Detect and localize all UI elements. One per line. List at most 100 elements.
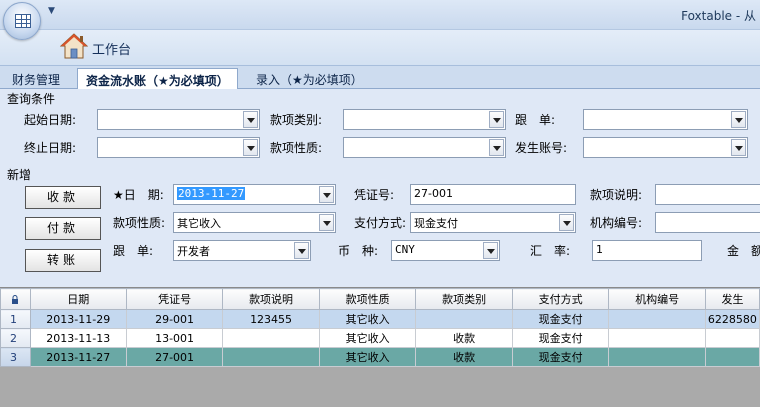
org-label: 机构编号: <box>590 216 643 230</box>
window-title: Foxtable - 从 <box>681 9 756 23</box>
column-header-nature[interactable]: 款项性质 <box>318 288 417 310</box>
column-header-paymethod[interactable]: 支付方式 <box>511 288 610 310</box>
desc-input[interactable] <box>655 184 760 205</box>
paymethod-combo[interactable]: 现金支付 <box>410 212 576 233</box>
home-icon[interactable] <box>60 32 88 60</box>
date-combo[interactable]: 2013-11-27 <box>173 184 336 205</box>
application-menu-button[interactable] <box>3 2 41 40</box>
table-cell[interactable]: 2013-11-29 <box>29 309 127 329</box>
table-cell[interactable] <box>704 328 760 348</box>
table-cell[interactable] <box>222 328 320 348</box>
rate-input[interactable]: 1 <box>592 240 702 261</box>
table-cell[interactable]: 现金支付 <box>511 309 610 329</box>
table-cell[interactable]: 收款 <box>415 328 513 348</box>
pay-button[interactable]: 付款 <box>25 217 101 240</box>
table-cell[interactable] <box>608 347 706 367</box>
tab-entry[interactable]: 录入（★为必填项） <box>248 68 371 89</box>
column-header-date[interactable]: 日期 <box>29 288 127 310</box>
dropdown-arrow-icon[interactable] <box>243 139 258 156</box>
dropdown-arrow-icon[interactable] <box>243 111 258 128</box>
rate-label: 汇 率: <box>530 244 571 258</box>
nature-combo[interactable] <box>343 137 506 158</box>
journal-grid: 日期 凭证号 款项说明 款项性质 款项类别 支付方式 机构编号 发生 1 201… <box>0 287 760 407</box>
title-bar: ▼ Foxtable - 从 <box>0 0 760 30</box>
table-cell[interactable]: 2013-11-27 <box>29 347 127 367</box>
table-cell[interactable] <box>608 309 706 329</box>
account-label: 发生账号: <box>515 141 568 155</box>
table-row[interactable]: 1 2013-11-29 29-001 123455 其它收入 现金支付 622… <box>0 309 760 329</box>
currency-value: CNY <box>395 243 415 256</box>
tab-finance[interactable]: 财务管理 <box>4 68 68 89</box>
tab-cash-journal[interactable]: 资金流水账（★为必填项） <box>77 68 238 90</box>
dropdown-arrow-icon[interactable] <box>319 214 334 231</box>
table-cell[interactable]: 13-001 <box>125 328 224 348</box>
voucher-label: 凭证号: <box>354 188 395 202</box>
table-cell[interactable] <box>704 347 760 367</box>
receive-button[interactable]: 收款 <box>25 186 101 209</box>
table-cell[interactable]: 其它收入 <box>318 347 417 367</box>
dropdown-arrow-icon[interactable] <box>294 242 309 259</box>
add-follower-combo[interactable]: 开发者 <box>173 240 311 261</box>
dropdown-arrow-icon[interactable] <box>489 111 504 128</box>
dropdown-arrow-icon[interactable] <box>489 139 504 156</box>
category-combo[interactable] <box>343 109 506 130</box>
grid-header-row: 日期 凭证号 款项说明 款项性质 款项类别 支付方式 机构编号 发生 <box>0 288 760 310</box>
table-cell[interactable]: 收款 <box>415 347 513 367</box>
column-header-voucher[interactable]: 凭证号 <box>125 288 224 310</box>
dropdown-arrow-icon[interactable] <box>559 214 574 231</box>
ribbon: 工作台 <box>0 30 760 66</box>
table-cell[interactable]: 2013-11-13 <box>29 328 127 348</box>
add-nature-combo[interactable]: 其它收入 <box>173 212 336 233</box>
date-value: 2013-11-27 <box>177 187 246 200</box>
table-cell[interactable]: 现金支付 <box>511 328 610 348</box>
workbench-button[interactable]: 工作台 <box>92 39 131 58</box>
row-number[interactable]: 2 <box>0 328 31 348</box>
column-header-description[interactable]: 款项说明 <box>222 288 320 310</box>
transfer-button[interactable]: 转账 <box>25 249 101 272</box>
paymethod-label: 支付方式: <box>354 216 407 230</box>
table-cell[interactable]: 29-001 <box>125 309 224 329</box>
dropdown-arrow-icon[interactable] <box>483 242 498 259</box>
currency-label: 币 种: <box>338 244 379 258</box>
row-number[interactable]: 1 <box>0 309 31 329</box>
dropdown-arrow-icon[interactable] <box>731 111 746 128</box>
grid-corner[interactable] <box>0 288 31 310</box>
table-cell[interactable]: 其它收入 <box>318 309 417 329</box>
follower-label: 跟 单: <box>515 113 556 127</box>
table-cell[interactable]: 6228580 <box>704 309 760 329</box>
column-header-org[interactable]: 机构编号 <box>608 288 706 310</box>
table-cell[interactable] <box>415 309 513 329</box>
follower-combo[interactable] <box>583 109 748 130</box>
table-row[interactable]: 3 2013-11-27 27-001 其它收入 收款 现金支付 <box>0 347 760 367</box>
org-input[interactable] <box>655 212 760 233</box>
column-header-account[interactable]: 发生 <box>704 288 760 310</box>
dropdown-arrow-icon[interactable] <box>319 186 334 203</box>
table-row[interactable]: 2 2013-11-13 13-001 其它收入 收款 现金支付 <box>0 328 760 348</box>
desc-label: 款项说明: <box>590 188 643 202</box>
date-label: ★日 期: <box>113 188 164 202</box>
paymethod-value: 现金支付 <box>414 217 458 230</box>
category-label: 款项类别: <box>270 113 323 127</box>
column-header-category[interactable]: 款项类别 <box>415 288 513 310</box>
table-cell[interactable]: 27-001 <box>125 347 224 367</box>
row-number[interactable]: 3 <box>0 347 31 367</box>
table-cell[interactable]: 123455 <box>222 309 320 329</box>
end-date-combo[interactable] <box>97 137 260 158</box>
lock-icon <box>12 294 19 304</box>
table-cell[interactable] <box>222 347 320 367</box>
add-follower-value: 开发者 <box>177 245 210 258</box>
amount-label: 金 额 <box>727 244 760 258</box>
start-date-label: 起始日期: <box>24 113 77 127</box>
table-cell[interactable] <box>608 328 706 348</box>
currency-combo[interactable]: CNY <box>391 240 500 261</box>
tab-strip: 财务管理 资金流水账（★为必填项） 录入（★为必填项） <box>0 66 760 90</box>
dropdown-arrow-icon[interactable] <box>731 139 746 156</box>
voucher-input[interactable]: 27-001 <box>410 184 576 205</box>
end-date-label: 终止日期: <box>24 141 77 155</box>
table-cell[interactable]: 现金支付 <box>511 347 610 367</box>
account-combo[interactable] <box>583 137 748 158</box>
nature-label: 款项性质: <box>270 141 323 155</box>
table-cell[interactable]: 其它收入 <box>318 328 417 348</box>
start-date-combo[interactable] <box>97 109 260 130</box>
quick-access-dropdown-icon[interactable]: ▼ <box>48 6 55 16</box>
